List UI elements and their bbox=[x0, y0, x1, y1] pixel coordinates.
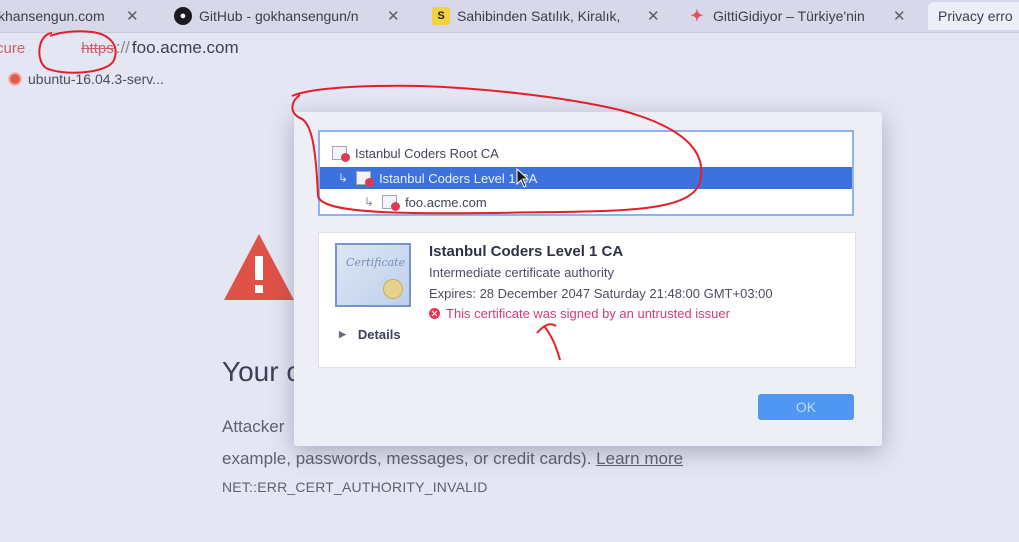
untrusted-certificate-icon bbox=[382, 195, 401, 211]
page-body-text: Attacker bbox=[222, 417, 285, 436]
ok-button[interactable]: OK bbox=[758, 394, 854, 420]
close-icon[interactable]: ✕ bbox=[387, 7, 400, 25]
gittigidiyor-icon: ✦ bbox=[690, 8, 704, 25]
page-heading: Your c bbox=[222, 356, 301, 387]
learn-more-link[interactable]: Learn more bbox=[596, 449, 683, 468]
chain-item-label: Istanbul Coders Root CA bbox=[355, 145, 499, 161]
sahibinden-icon: S bbox=[432, 7, 450, 25]
details-label: Details bbox=[357, 327, 401, 342]
details-disclosure[interactable]: ▶ Details bbox=[339, 327, 401, 342]
address-bar[interactable]: cure https :// foo.acme.com bbox=[0, 33, 1019, 63]
url-host: foo.acme.com bbox=[131, 38, 239, 57]
tab-sahibinden[interactable]: S Sahibinden Satılık, Kiralık, ✕ bbox=[432, 2, 672, 30]
close-icon[interactable]: ✕ bbox=[893, 7, 906, 25]
chain-item-root[interactable]: Istanbul Coders Root CA bbox=[320, 142, 499, 164]
certificate-error: This certificate was signed by an untrus… bbox=[429, 306, 730, 321]
bookmarks-bar: ubuntu-16.04.3-serv... bbox=[8, 71, 164, 87]
tab-github[interactable]: ● GitHub - gokhansengun/n ✕ bbox=[174, 2, 416, 30]
certificate-large-icon: Certificate bbox=[335, 243, 411, 307]
chain-item-leaf[interactable]: ↳ foo.acme.com bbox=[320, 191, 487, 213]
error-icon bbox=[429, 308, 440, 319]
tab-title: GittiGidiyor – Türkiye'nin bbox=[713, 8, 865, 24]
certificate-error-text: This certificate was signed by an untrus… bbox=[446, 306, 730, 321]
warning-triangle-icon bbox=[224, 234, 294, 300]
tab-gittigidiyor[interactable]: ✦ GittiGidiyor – Türkiye'nin ✕ bbox=[688, 2, 920, 30]
disclosure-triangle-icon: ▶ bbox=[339, 329, 346, 339]
bookmark-ubuntu[interactable]: ubuntu-16.04.3-serv... bbox=[28, 71, 164, 87]
tab-title: Sahibinden Satılık, Kiralık, bbox=[457, 8, 621, 24]
tab-title: GitHub - gokhansengun/n bbox=[199, 8, 359, 24]
error-code: NET::ERR_CERT_AUTHORITY_INVALID bbox=[222, 479, 488, 495]
page-body-text-2: example, passwords, messages, or credit … bbox=[222, 449, 683, 469]
tab-khansengun[interactable]: khansengun.com ✕ bbox=[0, 2, 160, 30]
tab-title: Privacy erro bbox=[938, 8, 1013, 24]
tab-title: khansengun.com bbox=[0, 8, 105, 24]
certificate-icon-script: Certificate bbox=[346, 256, 406, 269]
certificate-dialog: Istanbul Coders Root CA ↳ Istanbul Coder… bbox=[294, 112, 882, 446]
url-scheme: https bbox=[81, 39, 114, 57]
chain-item-label: Istanbul Coders Level 1 CA bbox=[379, 170, 538, 186]
body-sentence: example, passwords, messages, or credit … bbox=[222, 449, 592, 468]
tab-strip: khansengun.com ✕ ● GitHub - gokhansengun… bbox=[0, 0, 1019, 33]
untrusted-certificate-icon bbox=[356, 171, 375, 187]
close-icon[interactable]: ✕ bbox=[126, 7, 139, 25]
chain-item-label: foo.acme.com bbox=[405, 194, 487, 210]
tree-branch-icon: ↳ bbox=[338, 171, 349, 185]
tree-branch-icon: ↳ bbox=[364, 195, 375, 209]
chain-item-intermediate[interactable]: ↳ Istanbul Coders Level 1 CA bbox=[320, 167, 852, 189]
ubuntu-icon bbox=[8, 72, 22, 86]
certificate-details: Certificate Istanbul Coders Level 1 CA I… bbox=[318, 232, 856, 368]
certificate-expiry: Expires: 28 December 2047 Saturday 21:48… bbox=[429, 286, 773, 301]
certificate-type: Intermediate certificate authority bbox=[429, 265, 614, 280]
seal-icon bbox=[383, 279, 403, 299]
url-separator: :// bbox=[115, 38, 130, 57]
github-icon: ● bbox=[174, 7, 192, 25]
close-icon[interactable]: ✕ bbox=[647, 7, 660, 25]
not-secure-label[interactable]: cure bbox=[0, 40, 25, 57]
certificate-name: Istanbul Coders Level 1 CA bbox=[429, 243, 624, 260]
certificate-chain-tree[interactable]: Istanbul Coders Root CA ↳ Istanbul Coder… bbox=[318, 130, 854, 216]
tab-privacy-error[interactable]: Privacy erro bbox=[928, 2, 1019, 30]
untrusted-certificate-icon bbox=[332, 146, 350, 162]
